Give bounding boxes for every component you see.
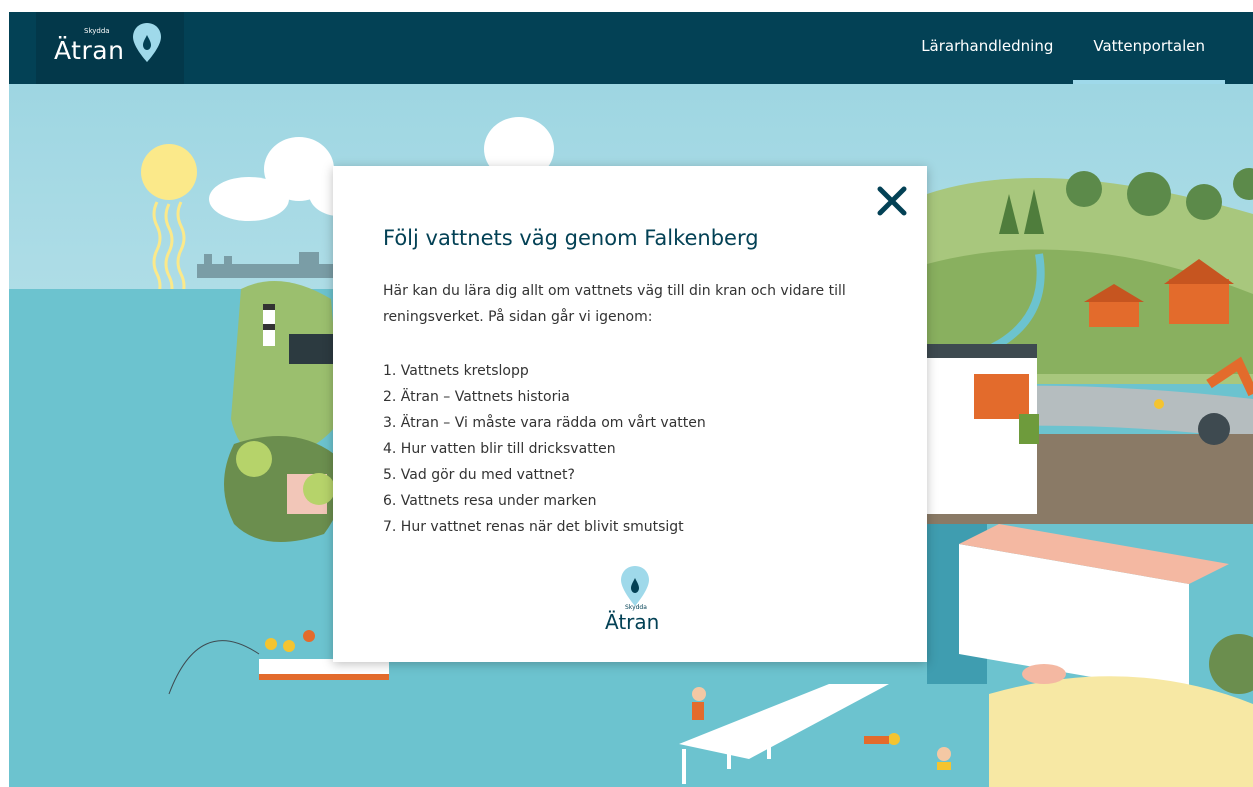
list-item: 6. Vattnets resa under marken <box>383 493 597 509</box>
intro-modal: Följ vattnets väg genom Falkenberg Här k… <box>333 166 927 662</box>
nav-item-lararhandledning[interactable]: Lärarhandledning <box>901 12 1073 84</box>
list-item: 1. Vattnets kretslopp <box>383 363 529 379</box>
close-icon[interactable] <box>875 184 909 218</box>
site-logo[interactable]: Skydda Ätran <box>36 12 184 84</box>
topic-list: 1. Vattnets kretslopp 2. Ätran – Vattnet… <box>383 358 706 540</box>
top-navbar: Skydda Ätran Lärarhandledning Vattenport… <box>9 12 1253 84</box>
sun <box>141 144 197 200</box>
main-nav: Lärarhandledning Vattenportalen <box>901 12 1225 84</box>
list-item: 2. Ätran – Vattnets historia <box>383 389 570 405</box>
modal-title: Följ vattnets väg genom Falkenberg <box>383 226 759 250</box>
app-frame: Skydda Ätran Lärarhandledning Vattenport… <box>9 12 1253 787</box>
modal-logo-wordmark: Ätran <box>605 610 660 634</box>
nav-item-vattenportalen[interactable]: Vattenportalen <box>1073 12 1225 84</box>
logo-wordmark: Ätran <box>54 36 125 65</box>
logo-subtitle: Skydda <box>84 27 110 35</box>
list-item: 3. Ätran – Vi måste vara rädda om vårt v… <box>383 415 706 431</box>
list-item: 7. Hur vattnet renas när det blivit smut… <box>383 519 684 535</box>
modal-intro-text: Här kan du lära dig allt om vattnets väg… <box>383 283 846 325</box>
modal-logo: Skydda Ätran <box>605 564 665 638</box>
water-drop-pin-icon <box>133 23 161 62</box>
list-item: 4. Hur vatten blir till dricksvatten <box>383 441 616 457</box>
list-item: 5. Vad gör du med vattnet? <box>383 467 575 483</box>
water-drop-pin-icon <box>621 566 649 606</box>
